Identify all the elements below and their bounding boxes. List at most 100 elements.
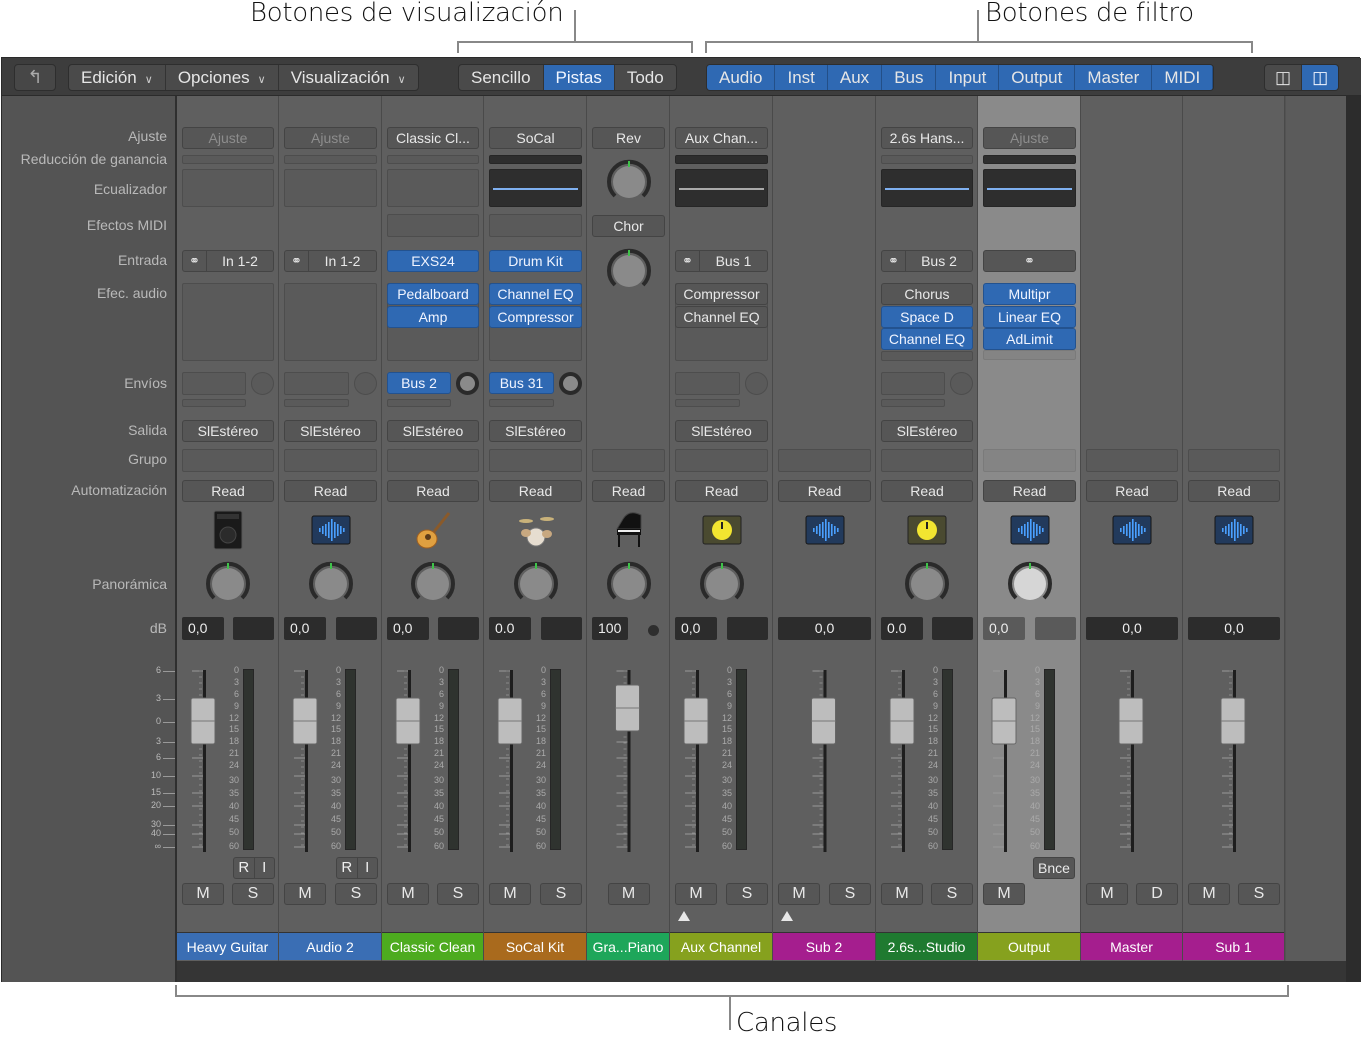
volume-value[interactable]: 0,0	[778, 617, 871, 640]
channel-name[interactable]: Aux Channel	[670, 932, 772, 960]
group-slot[interactable]	[778, 449, 871, 472]
audio-fx-slot[interactable]: Pedalboard	[387, 283, 479, 305]
group-slot[interactable]	[1086, 449, 1178, 472]
audio-fx-slot[interactable]: Channel EQ	[489, 283, 582, 305]
automation-mode-button[interactable]: Read	[284, 480, 377, 502]
pan-knob[interactable]	[698, 560, 746, 608]
group-slot[interactable]	[983, 449, 1076, 472]
send-level-knob[interactable]	[745, 372, 768, 395]
pan-knob[interactable]	[1006, 560, 1054, 608]
send-rev-button[interactable]: Rev	[592, 127, 665, 149]
filter-inst-button[interactable]: Inst	[775, 65, 828, 90]
channel-name[interactable]: Audio 2	[279, 932, 381, 960]
eq-thumbnail[interactable]	[983, 169, 1076, 207]
eq-thumbnail[interactable]	[489, 169, 582, 207]
solo-button[interactable]: S	[437, 883, 479, 905]
automation-mode-button[interactable]: Read	[592, 480, 665, 502]
mute-button[interactable]: M	[607, 883, 650, 905]
record-dot[interactable]	[648, 625, 659, 636]
output-slot[interactable]: SlEstéreo	[675, 420, 768, 442]
group-slot[interactable]	[489, 449, 582, 472]
send-chor-button[interactable]: Chor	[592, 215, 665, 237]
solo-button[interactable]: S	[335, 883, 377, 905]
audio-fx-slot[interactable]: Space D	[881, 305, 973, 328]
volume-value[interactable]: 0.0	[489, 617, 531, 640]
send-rev-knob[interactable]	[605, 158, 653, 206]
mute-button[interactable]: M	[881, 883, 923, 905]
filter-bus-button[interactable]: Bus	[882, 65, 937, 90]
audio-fx-slot[interactable]: Compressor	[489, 305, 582, 328]
mute-button[interactable]: M	[284, 883, 326, 905]
setting-button[interactable]: Aux Chan...	[675, 127, 768, 149]
eq-thumbnail[interactable]	[675, 169, 768, 207]
mute-button[interactable]: M	[675, 883, 717, 905]
filter-aux-button[interactable]: Aux	[827, 65, 883, 90]
automation-mode-button[interactable]: Read	[182, 480, 274, 502]
record-enable-button[interactable]: R	[234, 858, 255, 878]
volume-value[interactable]: 0,0	[387, 617, 429, 640]
group-slot[interactable]	[182, 449, 274, 472]
dim-button[interactable]: D	[1136, 883, 1178, 905]
setting-button[interactable]: Ajuste	[182, 127, 274, 149]
track-folder-triangle-icon[interactable]	[678, 911, 690, 921]
filter-output-button[interactable]: Output	[999, 65, 1076, 90]
vertical-scrollbar[interactable]	[1346, 96, 1361, 982]
filter-master-button[interactable]: Master	[1075, 65, 1153, 90]
send-level-knob[interactable]	[251, 372, 274, 395]
send-level-knob[interactable]	[456, 372, 479, 395]
solo-button[interactable]: S	[232, 883, 274, 905]
audio-fx-slot[interactable]: Chorus	[881, 283, 973, 305]
setting-button[interactable]: 2.6s Hans...	[881, 127, 973, 149]
automation-mode-button[interactable]: Read	[983, 480, 1076, 502]
input-slot[interactable]: ⚭ In 1-2	[284, 250, 377, 272]
channel-name[interactable]: 2.6s...Studio	[876, 932, 977, 960]
volume-value[interactable]: 0.0	[881, 617, 923, 640]
send-slot[interactable]: Bus 31	[489, 372, 554, 394]
volume-value[interactable]: 100	[592, 617, 628, 640]
setting-button[interactable]: Classic Cl...	[387, 127, 479, 149]
automation-mode-button[interactable]: Read	[778, 480, 871, 502]
pan-knob[interactable]	[903, 560, 951, 608]
filter-audio-button[interactable]: Audio	[707, 65, 776, 90]
eq-thumbnail[interactable]	[284, 169, 377, 207]
automation-mode-button[interactable]: Read	[1086, 480, 1178, 502]
output-slot[interactable]: SlEstéreo	[284, 420, 377, 442]
mute-button[interactable]: M	[778, 883, 820, 905]
audio-fx-slot[interactable]: Linear EQ	[983, 305, 1076, 328]
audio-fx-slot[interactable]: Multipr	[983, 283, 1076, 305]
mute-button[interactable]: M	[489, 883, 531, 905]
group-slot[interactable]	[675, 449, 768, 472]
bounce-button[interactable]: Bnce	[1033, 857, 1075, 879]
volume-value[interactable]: 0,0	[1086, 617, 1178, 640]
volume-value[interactable]: 0,0	[284, 617, 326, 640]
setting-button[interactable]: Ajuste	[983, 127, 1076, 149]
send-slot[interactable]	[675, 372, 740, 395]
output-slot[interactable]: SlEstéreo	[881, 420, 973, 442]
input-monitor-button[interactable]: I	[358, 858, 378, 878]
send-slot[interactable]: Bus 2	[387, 372, 451, 394]
group-slot[interactable]	[881, 449, 973, 472]
menu-visualizacion[interactable]: Visualización ∨	[279, 65, 418, 90]
eq-thumbnail[interactable]	[182, 169, 274, 207]
send-slot[interactable]	[881, 372, 945, 395]
input-slot[interactable]: Drum Kit	[489, 250, 582, 272]
mute-button[interactable]: M	[1086, 883, 1128, 905]
track-folder-triangle-icon[interactable]	[781, 911, 793, 921]
solo-button[interactable]: S	[540, 883, 582, 905]
input-slot[interactable]: ⚭ Bus 1	[675, 250, 768, 272]
audio-fx-slot[interactable]: Channel EQ	[675, 305, 768, 328]
back-button[interactable]: ↰	[14, 64, 56, 91]
input-slot[interactable]: ⚭ In 1-2	[182, 250, 274, 272]
pan-knob[interactable]	[512, 560, 560, 608]
pan-knob[interactable]	[409, 560, 457, 608]
channel-name[interactable]: Classic Clean	[382, 932, 483, 960]
channel-name[interactable]: Heavy Guitar	[177, 932, 278, 960]
audio-fx-slot[interactable]: AdLimit	[983, 328, 1076, 350]
automation-mode-button[interactable]: Read	[1188, 480, 1280, 502]
send-slot[interactable]	[182, 372, 246, 395]
channel-name[interactable]: SoCal Kit	[484, 932, 586, 960]
solo-button[interactable]: S	[1238, 883, 1280, 905]
volume-fader[interactable]	[773, 666, 876, 856]
send-slot[interactable]	[284, 372, 349, 395]
eq-thumbnail[interactable]	[387, 169, 479, 207]
